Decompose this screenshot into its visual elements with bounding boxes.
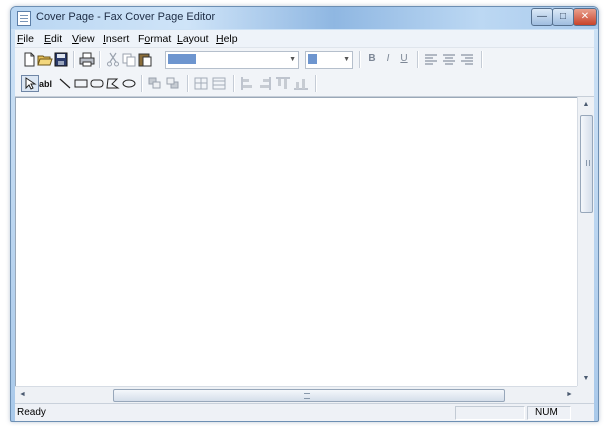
chevron-down-icon[interactable]: ▼ [343, 56, 350, 63]
menu-edit-key: E [44, 33, 52, 45]
align-left-objects-icon[interactable] [239, 76, 255, 91]
menu-insert[interactable]: Insert [103, 33, 129, 45]
document-icon [17, 11, 31, 26]
ellipse-icon[interactable] [121, 76, 137, 91]
align-right-icon[interactable] [459, 52, 475, 67]
cover-page-canvas[interactable] [15, 97, 577, 387]
size-combo-selection [308, 54, 317, 64]
title-bar[interactable]: Cover Page - Fax Cover Page Editor — □ ✕ [11, 7, 598, 29]
app-window: Cover Page - Fax Cover Page Editor — □ ✕… [10, 6, 599, 422]
menu-help-key: H [216, 33, 224, 45]
toolbar-separator [73, 51, 75, 68]
status-bar: Ready NUM [15, 403, 594, 421]
grip-icon [304, 393, 310, 399]
scroll-right-icon[interactable]: ► [562, 387, 577, 403]
select-icon[interactable] [21, 75, 39, 92]
underline-button[interactable]: U [397, 53, 411, 64]
rectangle-icon[interactable] [73, 76, 89, 91]
standard-toolbar: ▼ ▼ B I U [15, 47, 594, 73]
align-bottom-icon[interactable] [293, 76, 309, 91]
send-to-back-icon[interactable] [165, 76, 181, 91]
toolbar-separator [99, 51, 101, 68]
menu-edit[interactable]: Edit [44, 33, 62, 45]
vertical-scrollbar[interactable]: ▲ ▼ [577, 97, 594, 386]
open-icon[interactable] [37, 52, 53, 67]
window-title: Cover Page - Fax Cover Page Editor [36, 11, 216, 23]
menu-help[interactable]: Help [216, 33, 238, 45]
toolbar-separator [315, 75, 317, 92]
menu-insert-rest: nsert [105, 33, 130, 45]
toolbar-separator [359, 51, 361, 68]
menu-view-key: V [72, 33, 79, 45]
scroll-left-icon[interactable]: ◄ [15, 387, 30, 403]
font-size-combo[interactable]: ▼ [305, 51, 353, 69]
toolbar-separator [187, 75, 189, 92]
scrollbar-corner [577, 386, 594, 403]
toolbar-separator [417, 51, 419, 68]
align-right-objects-icon[interactable] [257, 76, 273, 91]
align-center-icon[interactable] [441, 52, 457, 67]
space-down-icon[interactable] [211, 76, 227, 91]
status-text: Ready [17, 407, 46, 418]
toolbar-separator [141, 75, 143, 92]
num-lock-indicator: NUM [535, 407, 558, 418]
horizontal-scroll-thumb[interactable] [113, 389, 505, 402]
menu-layout-rest: ayout [182, 33, 209, 45]
grip-icon [586, 160, 590, 166]
new-icon[interactable] [21, 52, 37, 67]
close-button[interactable]: ✕ [573, 8, 597, 26]
scroll-up-icon[interactable]: ▲ [578, 97, 594, 112]
line-icon[interactable] [57, 76, 73, 91]
bring-to-front-icon[interactable] [147, 76, 163, 91]
menu-view[interactable]: View [72, 33, 95, 45]
bold-button[interactable]: B [365, 53, 379, 64]
cut-icon[interactable] [105, 52, 121, 67]
menu-file-rest: ile [23, 33, 34, 45]
menu-format[interactable]: Format [138, 33, 171, 45]
maximize-button[interactable]: □ [552, 8, 574, 26]
svg-text:abl: abl [39, 79, 52, 89]
save-icon[interactable] [53, 52, 69, 67]
space-across-icon[interactable] [193, 76, 209, 91]
font-name-combo[interactable]: ▼ [165, 51, 299, 69]
scroll-down-icon[interactable]: ▼ [578, 371, 594, 386]
vertical-scroll-thumb[interactable] [580, 115, 593, 213]
text-icon[interactable]: abl [39, 76, 55, 91]
menu-format-rest: rmat [150, 33, 172, 45]
copy-icon[interactable] [121, 52, 137, 67]
polygon-icon[interactable] [105, 76, 121, 91]
toolbar-separator [233, 75, 235, 92]
paste-icon[interactable] [137, 52, 153, 67]
align-top-icon[interactable] [275, 76, 291, 91]
menu-edit-rest: dit [51, 33, 63, 45]
chevron-down-icon[interactable]: ▼ [289, 56, 296, 63]
drawing-toolbar: abl [15, 72, 594, 97]
italic-button[interactable]: I [381, 53, 395, 64]
menu-view-rest: iew [78, 33, 95, 45]
menu-file[interactable]: File [17, 33, 34, 45]
menu-bar: File Edit View Insert Format Layout Help [15, 30, 594, 47]
menu-layout[interactable]: Layout [177, 33, 209, 45]
rounded-rectangle-icon[interactable] [89, 76, 105, 91]
toolbar-separator [481, 51, 483, 68]
horizontal-scrollbar[interactable]: ◄ ► [15, 386, 577, 403]
menu-help-rest: elp [223, 33, 238, 45]
status-panel [455, 406, 525, 420]
print-icon[interactable] [79, 52, 95, 67]
minimize-button[interactable]: — [531, 8, 553, 26]
align-left-icon[interactable] [423, 52, 439, 67]
font-combo-selection [168, 54, 196, 64]
